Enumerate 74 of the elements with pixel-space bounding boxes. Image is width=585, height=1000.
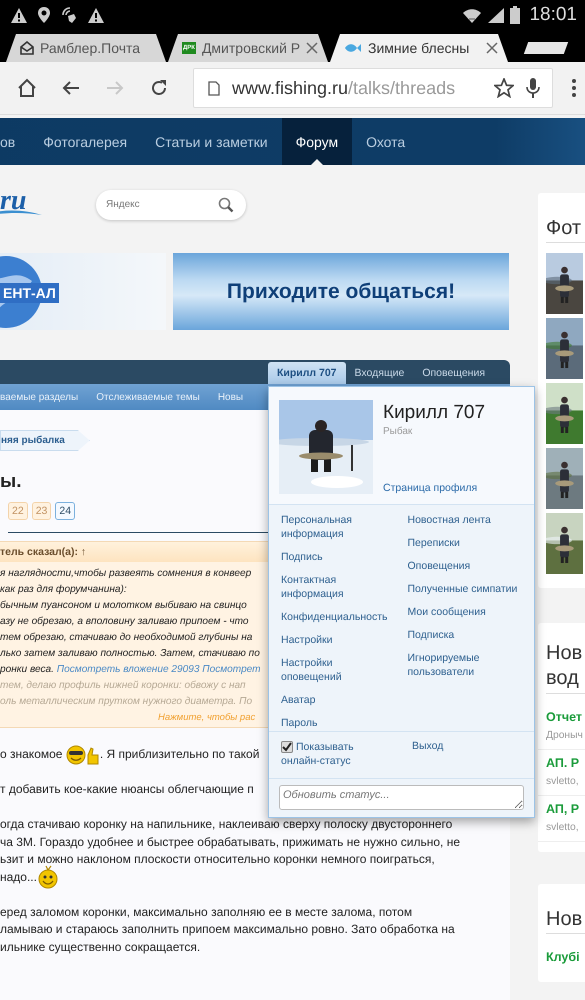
thread-link[interactable]: Клубі: [546, 950, 580, 964]
nav-link[interactable]: Охота: [352, 118, 420, 165]
menu-link[interactable]: Контактная информация: [281, 573, 391, 601]
post-paragraph: еред заломом коронки, максимально заполняю ее в месте залома, потом ламываю и стараюсь заполнить припоем максимально ровно. Зато обработка на ильнике существенно сокращается.: [0, 904, 455, 956]
location-pin-icon: [37, 6, 51, 24]
site-logo[interactable]: ru: [0, 188, 42, 216]
menu-link[interactable]: Персональная информация: [281, 513, 391, 541]
wifi-icon: [462, 6, 482, 24]
card-title: Нов: [546, 908, 585, 934]
close-icon[interactable]: [306, 42, 318, 54]
smiley-icon: [36, 865, 59, 890]
post-paragraph: т добавить кое-какие нюансы облегчающие п: [0, 781, 254, 798]
menu-link[interactable]: Конфиденциальность: [281, 610, 391, 624]
breadcrumb-link[interactable]: няя рыбалка: [0, 430, 90, 451]
checkbox[interactable]: [281, 741, 293, 753]
home-icon[interactable]: [17, 78, 37, 98]
warning-icon: [87, 6, 105, 24]
browser-tab[interactable]: Рамблер.Почта: [6, 34, 166, 62]
logout-link[interactable]: Выход: [412, 740, 444, 768]
menu-link[interactable]: Подписка: [408, 628, 518, 642]
menu-link[interactable]: Полученные симпатии: [408, 582, 518, 596]
user-name: Кирилл 707: [383, 402, 486, 424]
thread-link[interactable]: АП, Р: [546, 802, 580, 816]
page-icon: [208, 80, 220, 96]
menu-link[interactable]: Мои сообщения: [408, 605, 518, 619]
menu-link[interactable]: Пароль: [281, 716, 391, 730]
account-tab[interactable]: Кирилл 707: [268, 362, 346, 384]
new-tab-button[interactable]: [524, 42, 568, 54]
bookmark-star-icon[interactable]: [494, 78, 514, 98]
reload-icon[interactable]: [149, 78, 169, 98]
post-paragraph: о знакомое . Я приблизительно по такой: [0, 746, 260, 764]
advert-banner[interactable]: ЕНТ-АЛ: [0, 253, 166, 330]
menu-link[interactable]: Настройки оповещений: [281, 656, 391, 684]
menu-link[interactable]: Игнорируемые пользователи: [408, 651, 518, 679]
address-field[interactable]: www.fishing.ru/talks/threads: [193, 68, 553, 108]
menu-link[interactable]: Оповещения: [408, 559, 518, 573]
nav-link[interactable]: Фотогалерея: [29, 118, 142, 165]
thread-title: ы.: [0, 471, 22, 493]
battery-icon: [510, 6, 520, 24]
checkbox-label[interactable]: Показывать онлайн-статус: [281, 740, 389, 768]
attachment-link[interactable]: Посмотреть вложение 29093 Посмотрет: [56, 664, 261, 675]
card-title: Нов вод: [546, 641, 585, 694]
profile-link[interactable]: Страница профиля: [383, 482, 486, 494]
page-link[interactable]: 24: [55, 502, 76, 520]
fish-icon: [344, 42, 362, 54]
envelope-icon: [20, 41, 34, 55]
menu-link[interactable]: Настройки: [281, 633, 391, 647]
menu-icon[interactable]: [571, 78, 577, 98]
nav-link[interactable]: Статьи и заметки: [141, 118, 282, 165]
thread-link[interactable]: Отчет: [546, 710, 582, 724]
advert-banner[interactable]: Приходите общаться!: [173, 253, 509, 330]
account-tab[interactable]: Оповещения: [413, 362, 494, 384]
cell-signal-icon: [487, 6, 506, 24]
thread-link[interactable]: АП. Р: [546, 756, 580, 770]
clock-time: 18:01: [529, 4, 577, 26]
menu-link[interactable]: Аватар: [281, 693, 391, 707]
menu-link[interactable]: Новостная лента: [408, 513, 518, 527]
browser-tab[interactable]: Зимние блесны: [330, 34, 508, 62]
search-field[interactable]: Яндекс: [96, 190, 246, 220]
phone-signal-icon: [60, 6, 78, 24]
search-icon: [218, 196, 234, 212]
microphone-icon[interactable]: [526, 77, 540, 99]
user-title: Рыбак: [383, 426, 414, 437]
smiley-icon: [66, 744, 100, 765]
url-text: www.fishing.ru/talks/threads: [232, 78, 456, 98]
close-icon[interactable]: [486, 42, 498, 54]
nav-link[interactable]: ов: [0, 118, 30, 165]
nav-link[interactable]: Форум: [282, 118, 352, 165]
account-tab[interactable]: Входящие: [346, 362, 414, 384]
card-title: Фот: [546, 217, 585, 243]
menu-link[interactable]: Подпись: [281, 550, 391, 564]
status-field[interactable]: Обновить статус...: [279, 785, 524, 810]
warning-icon: [10, 6, 28, 24]
post-paragraph: огда стачиваю коронку на напильнике, наклеиваю сверху полоску двустороннего ча 3М. Гораздо удобнее и быстрее обрабатывать, прижимать не нужно сильно, не ьзит и можно наклоном плоскости относительно коронки немного поиграться, надо...: [0, 816, 460, 886]
